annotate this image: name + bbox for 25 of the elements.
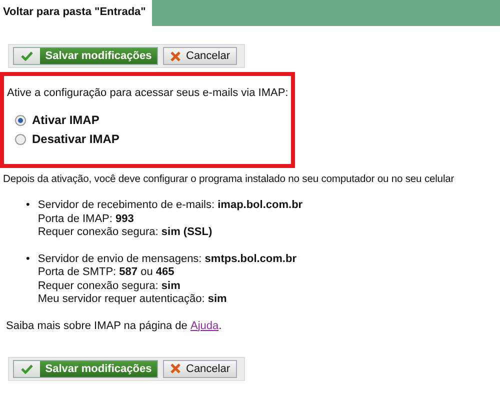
prompt-text: Ative a configuração para acessar seus e-mails via IMAP:	[7, 87, 290, 99]
radio-button[interactable]	[15, 134, 26, 144]
bullet: •	[26, 252, 30, 266]
close-icon	[170, 50, 181, 62]
close-icon	[170, 363, 181, 374]
server-detail: Porta de IMAP: 993	[38, 212, 135, 226]
cancel-button[interactable]: Cancelar	[163, 47, 238, 65]
help-link[interactable]: Ajuda	[190, 320, 219, 332]
server-detail: Porta de SMTP: 587 ou 465	[38, 266, 176, 280]
save-button[interactable]: Salvar modificações	[13, 47, 158, 65]
help-text: Saiba mais sobre IMAP na página de	[6, 320, 188, 332]
period-text: .	[218, 320, 222, 332]
server-detail: Requer conexão segura: sim	[38, 280, 182, 293]
server-detail: Requer conexão segura: sim (SSL)	[38, 226, 214, 240]
option-label[interactable]: Desativar IMAP	[32, 132, 120, 146]
back-link[interactable]: Voltar para pasta "Entrada"	[3, 6, 146, 18]
cancel-button[interactable]: Cancelar	[163, 360, 238, 378]
save-button[interactable]: Salvar modificações	[13, 360, 158, 378]
instruction-text: Depois da ativação, você deve configurar o programa instalado no seu computador ou no seu celular	[3, 174, 456, 185]
server-detail: Servidor de envio de mensagens: smtps.bol.com.br	[38, 252, 296, 266]
radio-button[interactable]	[15, 114, 26, 126]
server-detail: Meu servidor requer autenticação: sim	[38, 293, 228, 306]
bullet: •	[26, 199, 30, 213]
option-label[interactable]: Ativar IMAP	[32, 113, 100, 127]
server-detail: Servidor de recebimento de e-mails: imap.bol.com.br	[38, 199, 303, 212]
